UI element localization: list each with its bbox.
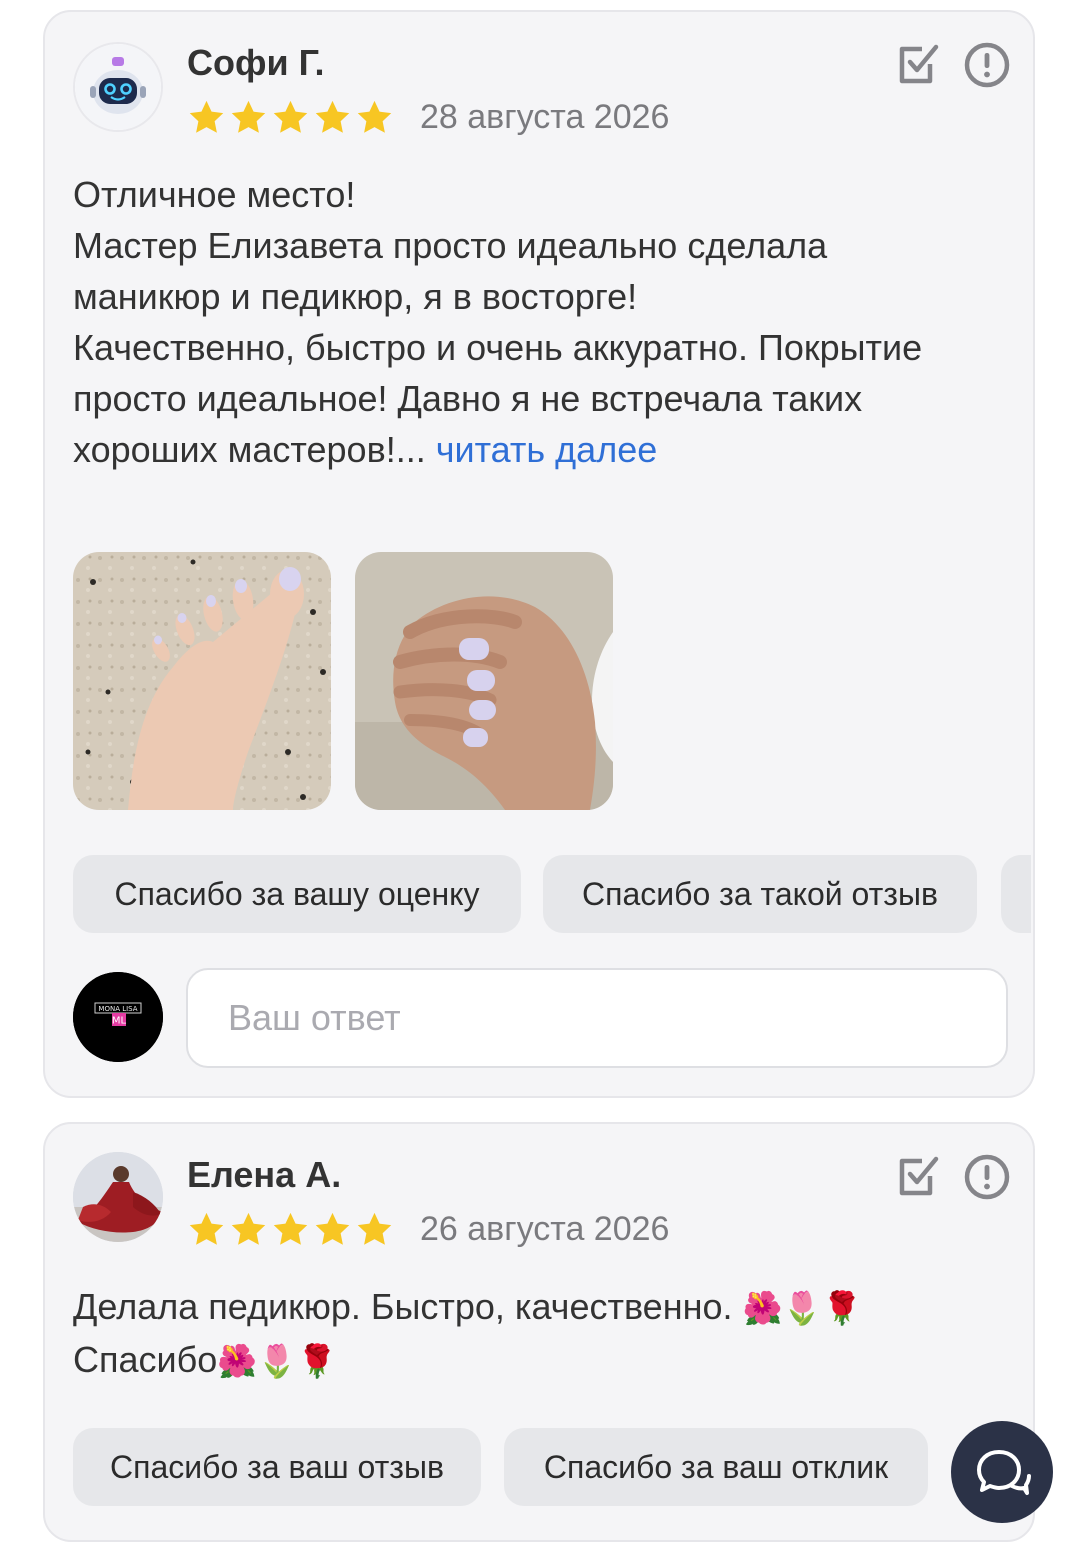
chat-bubbles-icon bbox=[977, 1450, 1031, 1495]
review-author[interactable]: Софи Г. bbox=[187, 42, 325, 84]
rating-stars bbox=[187, 98, 394, 137]
star-icon bbox=[315, 1212, 350, 1245]
robot-avatar-icon bbox=[75, 44, 161, 130]
exclamation-circle-icon[interactable] bbox=[962, 1152, 1012, 1202]
review-date: 26 августа 2026 bbox=[420, 1210, 670, 1248]
flower-emoji: 🌺🌷🌹 bbox=[217, 1343, 337, 1379]
user-avatar[interactable] bbox=[73, 1152, 163, 1242]
user-photo-avatar bbox=[73, 1152, 163, 1242]
review-author[interactable]: Елена А. bbox=[187, 1154, 341, 1196]
star-icon bbox=[273, 100, 308, 133]
review-photo-manicure[interactable] bbox=[355, 552, 613, 810]
check-square-icon[interactable] bbox=[894, 1152, 944, 1202]
quick-reply-chip[interactable]: Спасибо за ваш отзыв bbox=[73, 1428, 481, 1506]
read-more-link[interactable]: читать далее bbox=[436, 429, 658, 470]
exclamation-circle-icon[interactable] bbox=[962, 40, 1012, 90]
quick-reply-chip-overflow[interactable] bbox=[1001, 855, 1031, 933]
star-icon bbox=[315, 100, 350, 133]
chat-button[interactable] bbox=[951, 1421, 1053, 1523]
flower-emoji: 🌺🌷🌹 bbox=[742, 1290, 863, 1326]
review-date: 28 августа 2026 bbox=[420, 98, 670, 136]
review-text-line: Спасибо bbox=[73, 1339, 218, 1380]
rating-stars bbox=[187, 1210, 394, 1249]
svg-text:MONA LISA: MONA LISA bbox=[98, 1005, 137, 1013]
review-card: Софи Г. 28 августа 2026 Отличное место! … bbox=[43, 10, 1035, 1098]
star-icon bbox=[273, 1212, 308, 1245]
reply-input[interactable]: Ваш ответ bbox=[186, 968, 1008, 1068]
manicure-photo-image bbox=[355, 552, 613, 810]
review-text-body: Отличное место! Мастер Елизавета просто … bbox=[73, 174, 923, 470]
review-text-line: Делала педикюр. Быстро, качественно. bbox=[73, 1286, 733, 1327]
pedicure-photo-image bbox=[73, 552, 331, 810]
star-icon bbox=[357, 100, 392, 133]
review-photo-pedicure[interactable] bbox=[73, 552, 331, 810]
review-card: Елена А. 26 августа 2026 Делала педикюр.… bbox=[43, 1122, 1035, 1542]
user-avatar[interactable] bbox=[73, 42, 163, 132]
mona-lisa-logo: MONA LISA ML bbox=[73, 972, 163, 1062]
star-icon bbox=[357, 1212, 392, 1245]
business-avatar: MONA LISA ML bbox=[73, 972, 163, 1062]
star-icon bbox=[231, 100, 266, 133]
svg-text:ML: ML bbox=[112, 1016, 127, 1027]
star-icon bbox=[231, 1212, 266, 1245]
review-text: Отличное место! Мастер Елизавета просто … bbox=[73, 169, 973, 475]
quick-reply-chip[interactable]: Спасибо за такой отзыв bbox=[543, 855, 977, 933]
check-square-icon[interactable] bbox=[894, 40, 944, 90]
review-text: Делала педикюр. Быстро, качественно. 🌺🌷🌹… bbox=[73, 1281, 973, 1387]
star-icon bbox=[189, 1212, 224, 1245]
quick-reply-chip[interactable]: Спасибо за ваш отклик bbox=[504, 1428, 928, 1506]
star-icon bbox=[189, 100, 224, 133]
quick-reply-chip[interactable]: Спасибо за вашу оценку bbox=[73, 855, 521, 933]
